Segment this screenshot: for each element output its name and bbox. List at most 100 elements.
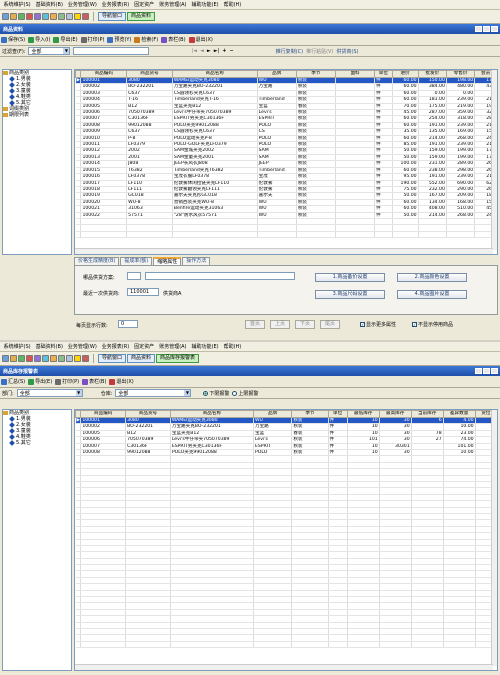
image-setting-button[interactable]: 4.商品图片设置: [397, 290, 467, 299]
money-icon[interactable]: [50, 355, 57, 362]
menu-item-1[interactable]: 基础资料(B): [33, 0, 65, 10]
minimize-icon[interactable]: [475, 26, 482, 32]
paste-row-button[interactable]: 推行粘贴(V): [306, 48, 333, 55]
nav-prev-button[interactable]: ◄: [200, 48, 204, 54]
supplier-button[interactable]: 供货商(S): [336, 48, 358, 55]
menu-item-6[interactable]: 辅助功能(E): [189, 0, 221, 10]
columns-button[interactable]: 表栏(B): [161, 36, 186, 43]
exit-button[interactable]: 退出(X): [109, 378, 134, 385]
hide-disabled-checkbox[interactable]: ✓ 不显示停用商品: [412, 321, 453, 328]
tree-node[interactable]: 5.其它: [3, 440, 71, 446]
column-header[interactable]: 单位: [374, 70, 393, 78]
nav-last-button[interactable]: ►|: [214, 48, 220, 54]
print-button[interactable]: 打印(P): [80, 36, 104, 43]
column-header[interactable]: 品牌: [252, 410, 293, 418]
summary-button[interactable]: 汇总(S): [1, 378, 25, 385]
nav-icon[interactable]: [2, 13, 9, 20]
export-button[interactable]: 导出(E): [28, 378, 52, 385]
menu-item-1[interactable]: 基础资料(B): [33, 342, 65, 352]
close-icon[interactable]: [491, 368, 498, 374]
column-header[interactable]: 差异数量: [442, 410, 476, 418]
rows-per-page-input[interactable]: 0: [118, 320, 138, 328]
column-header[interactable]: 进价: [391, 70, 419, 78]
buy-icon[interactable]: [18, 355, 25, 362]
menu-item-2[interactable]: 业务管理(W): [65, 342, 99, 352]
import-button[interactable]: 导入(I): [28, 36, 50, 43]
nav-icon[interactable]: [2, 355, 9, 362]
sell-icon[interactable]: [26, 355, 33, 362]
menu-item-7[interactable]: 帮助(H): [221, 0, 244, 10]
user-icon[interactable]: [58, 355, 65, 362]
column-header[interactable]: 商品货号: [125, 410, 171, 418]
column-header[interactable]: 品牌: [256, 70, 297, 78]
table-scrollbar-vertical[interactable]: [491, 70, 497, 250]
color-setting-button[interactable]: 2.商品颜色设置: [397, 273, 467, 282]
nav-delete-button[interactable]: −: [229, 48, 233, 54]
nav-first-button[interactable]: |◄: [191, 48, 197, 54]
money-icon[interactable]: [50, 13, 57, 20]
last-supplier-code[interactable]: 110001: [127, 288, 159, 296]
minimize-icon[interactable]: [475, 368, 482, 374]
menu-item-5[interactable]: 账务管理(A): [157, 342, 189, 352]
column-header[interactable]: 最低库存: [346, 410, 380, 418]
nav-window-button[interactable]: 导航窗口: [98, 354, 127, 363]
calc-icon[interactable]: [66, 355, 73, 362]
tree-node[interactable]: 期限列表: [3, 112, 71, 118]
menu-item-3[interactable]: 业务报表(R): [99, 342, 131, 352]
menu-item-6[interactable]: 辅助功能(E): [189, 342, 221, 352]
close-icon[interactable]: [491, 26, 498, 32]
size-setting-button[interactable]: 3.商品尺码设置: [315, 290, 385, 299]
nav-add-button[interactable]: +: [222, 48, 226, 54]
stock-icon[interactable]: [34, 13, 41, 20]
lower-limit-radio[interactable]: 下限报警: [203, 390, 229, 397]
tab-2[interactable]: 缩略属性: [153, 257, 182, 265]
show-more-checkbox[interactable]: ✓ 显示更多属性: [360, 321, 396, 328]
table-scrollbar-horizontal[interactable]: [75, 664, 493, 670]
column-header[interactable]: 单位: [327, 410, 348, 418]
exit-icon[interactable]: [82, 13, 89, 20]
column-header[interactable]: 商品名称: [169, 410, 254, 418]
maximize-icon[interactable]: [483, 26, 490, 32]
save-button[interactable]: 保存(S): [1, 36, 25, 43]
tab-1[interactable]: 提成率(额): [120, 257, 153, 265]
column-header[interactable]: 最高库存: [378, 410, 412, 418]
chevron-down-icon[interactable]: ▼: [75, 390, 82, 396]
goods-icon[interactable]: [10, 13, 17, 20]
dept-select[interactable]: 全部 ▼: [16, 389, 83, 397]
menu-item-4[interactable]: 固定资产: [132, 342, 157, 352]
tab-3[interactable]: 操作方法: [182, 257, 211, 265]
column-header[interactable]: 当前库存: [410, 410, 444, 418]
chevron-down-icon[interactable]: ▼: [63, 48, 70, 54]
last-page-button[interactable]: 尾页: [320, 320, 340, 329]
price-setting-button[interactable]: 1.商品备价设置: [315, 273, 385, 282]
supplier-scheme-input[interactable]: [145, 272, 295, 280]
column-header[interactable]: 季节: [291, 410, 329, 418]
nav-window-button[interactable]: 导航窗口: [98, 12, 127, 21]
chevron-down-icon[interactable]: ▼: [184, 390, 191, 396]
filter-select[interactable]: 全部 ▼: [28, 47, 71, 55]
first-page-button[interactable]: 首页: [245, 320, 265, 329]
column-header[interactable]: 商品货号: [126, 70, 173, 78]
stock-icon[interactable]: [34, 355, 41, 362]
buy-icon[interactable]: [18, 13, 25, 20]
column-header[interactable]: 商品编码: [80, 410, 127, 418]
menu-item-3[interactable]: 业务报表(R): [99, 0, 131, 10]
column-header[interactable]: 零售价: [445, 70, 476, 78]
report-icon[interactable]: [42, 355, 49, 362]
stock-alarm-window-button[interactable]: 商品库存报警表: [156, 354, 200, 363]
supplier-scheme-select[interactable]: [127, 272, 141, 280]
column-header[interactable]: 季节: [295, 70, 336, 78]
prev-page-button[interactable]: 上页: [270, 320, 290, 329]
menu-item-0[interactable]: 系统维护(S): [1, 0, 33, 10]
print-button[interactable]: 打印(P): [55, 378, 79, 385]
menu-item-7[interactable]: 帮助(H): [221, 342, 244, 352]
upper-limit-radio[interactable]: 上限报警: [232, 390, 258, 397]
search-button[interactable]: 检索(F): [134, 36, 158, 43]
sell-icon[interactable]: [26, 13, 33, 20]
exit-icon[interactable]: [82, 355, 89, 362]
column-header[interactable]: 商品编码: [80, 70, 128, 78]
menu-item-4[interactable]: 固定资产: [132, 0, 157, 10]
goods-window-button[interactable]: 商品资料: [127, 354, 156, 363]
nav-next-button[interactable]: ►: [207, 48, 211, 54]
search-input[interactable]: [73, 47, 150, 55]
